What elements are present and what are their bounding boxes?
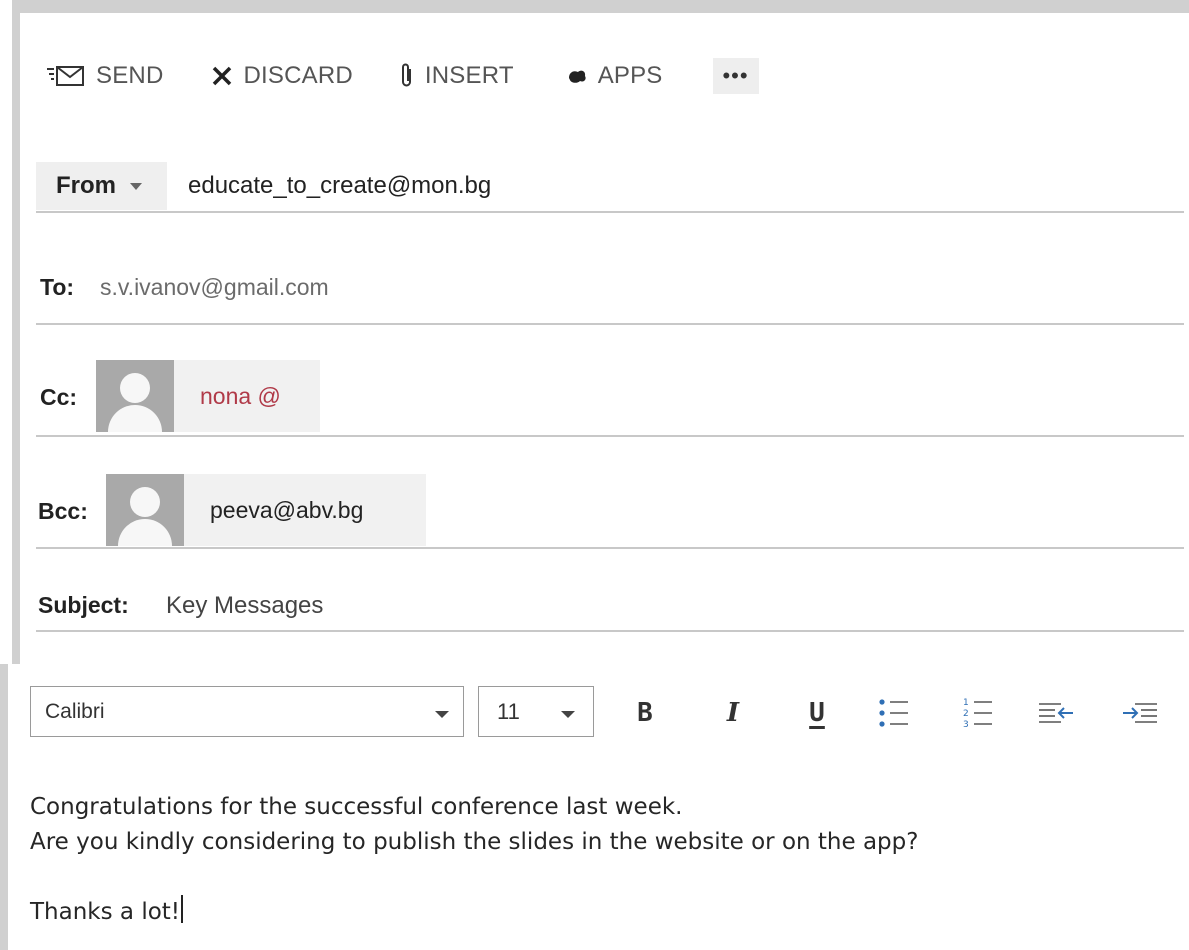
chevron-down-icon (561, 711, 575, 718)
cc-recipient-name: nona @ (200, 382, 281, 409)
numbered-list-icon: 1 2 3 (963, 698, 992, 730)
decrease-indent-icon (1039, 703, 1073, 723)
insert-button[interactable]: INSERT (399, 58, 514, 94)
bold-icon: B (637, 698, 653, 728)
to-input[interactable] (100, 274, 1000, 301)
svg-text:3: 3 (963, 720, 969, 730)
bcc-label: Bcc: (38, 498, 88, 524)
from-address: educate_to_create@mon.bg (188, 172, 492, 199)
font-size-select[interactable]: 11 (478, 686, 594, 737)
to-row: To: (36, 262, 1184, 325)
insert-label: INSERT (424, 62, 514, 89)
bulleted-list-icon (879, 699, 908, 727)
body-line-blank (30, 860, 1180, 895)
message-body-editor[interactable]: Congratulations for the successful confe… (30, 790, 1180, 930)
to-label: To: (40, 274, 75, 300)
window-frame-left-lower (0, 664, 8, 950)
send-mail-icon (46, 64, 86, 88)
avatar (106, 474, 184, 546)
discard-label: DISCARD (243, 62, 353, 89)
font-family-value: Calibri (45, 700, 105, 723)
body-line-last: Thanks a lot! (30, 895, 1180, 930)
bcc-recipient-name: peeva@abv.bg (210, 496, 364, 523)
apps-icon (566, 66, 588, 86)
discard-button[interactable]: DISCARD (211, 58, 353, 94)
apps-label: APPS (597, 62, 663, 89)
apps-button[interactable]: APPS (566, 58, 663, 94)
more-icon: ••• (722, 63, 749, 88)
increase-indent-icon (1123, 703, 1157, 723)
cc-recipient-chip[interactable]: nona @ (96, 360, 320, 432)
compose-toolbar: SEND DISCARD INSERT APPS ••• (46, 56, 759, 96)
italic-icon: I (726, 698, 740, 728)
bcc-recipient-chip[interactable]: peeva@abv.bg (106, 474, 426, 546)
chevron-down-icon (435, 711, 449, 718)
from-row: From educate_to_create@mon.bg (36, 162, 1184, 213)
decrease-indent-button[interactable] (1034, 690, 1078, 736)
send-label: SEND (96, 62, 164, 89)
subject-input[interactable] (166, 592, 1066, 620)
underline-button[interactable]: U (800, 690, 834, 736)
from-dropdown[interactable]: From (36, 162, 167, 210)
font-size-value: 11 (497, 699, 520, 724)
chevron-down-icon (130, 182, 142, 190)
send-button[interactable]: SEND (46, 58, 163, 94)
paperclip-icon (399, 62, 415, 90)
text-cursor (181, 895, 184, 923)
increase-indent-button[interactable] (1118, 690, 1162, 736)
body-line: Thanks a lot! (30, 899, 181, 925)
avatar (96, 360, 174, 432)
cc-label: Cc: (40, 384, 78, 410)
window-frame-top (12, 0, 1189, 13)
italic-button[interactable]: I (716, 690, 750, 736)
window-frame-left (12, 0, 20, 664)
bcc-row: Bcc: peeva@abv.bg (36, 470, 1184, 549)
font-family-select[interactable]: Calibri (30, 686, 464, 737)
body-line: Are you kindly considering to publish th… (30, 829, 919, 855)
cc-row: Cc: nona @ (36, 356, 1184, 437)
bold-button[interactable]: B (628, 690, 662, 736)
more-options-button[interactable]: ••• (712, 58, 759, 94)
numbered-list-button[interactable]: 1 2 3 (958, 690, 998, 736)
close-icon (211, 65, 233, 87)
body-line: Congratulations for the successful confe… (30, 794, 683, 820)
underline-icon: U (809, 698, 825, 728)
subject-row: Subject: (36, 588, 1184, 632)
from-label: From (56, 172, 116, 199)
svg-text:2: 2 (963, 709, 969, 719)
bulleted-list-button[interactable] (874, 690, 914, 736)
subject-label: Subject: (38, 592, 129, 618)
svg-text:1: 1 (963, 698, 969, 708)
